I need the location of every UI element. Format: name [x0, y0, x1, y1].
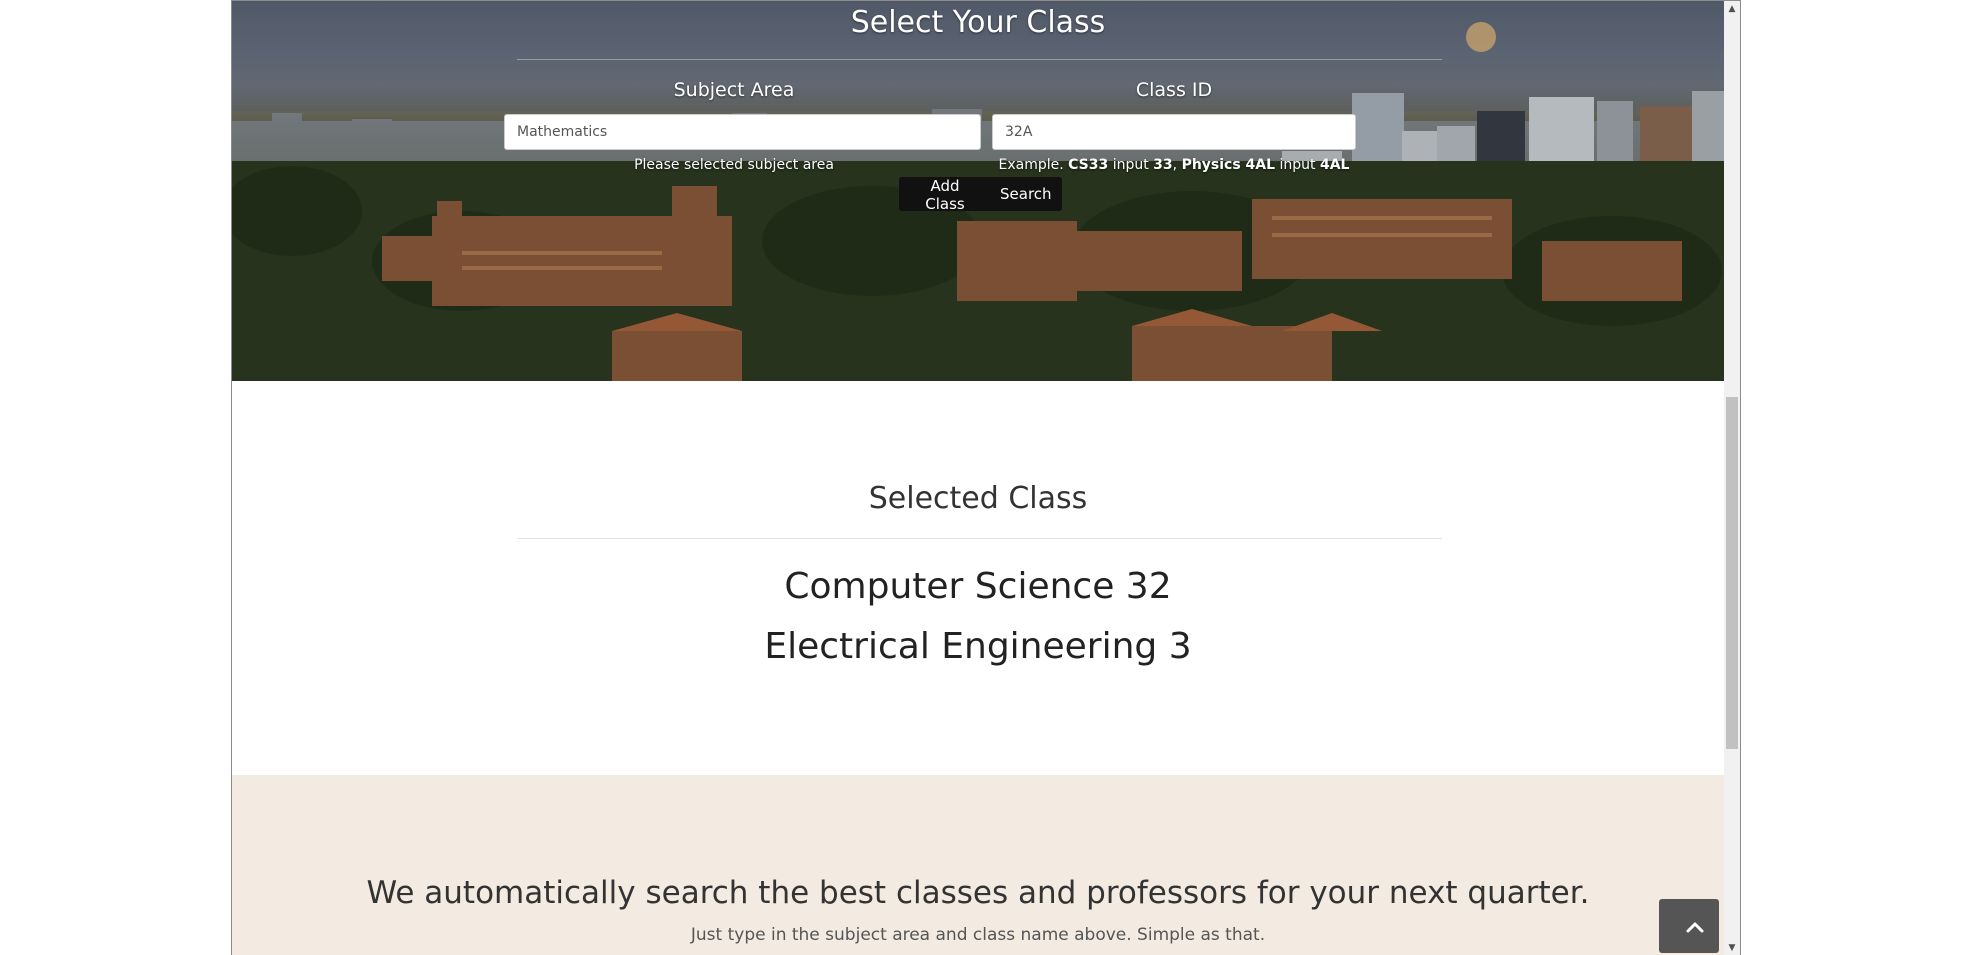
help-mid-2: input: [1275, 157, 1320, 173]
browser-viewport: Select Your Class Subject Area Please se…: [231, 0, 1741, 955]
class-id-help: Example. CS33 input 33, Physics 4AL inpu…: [992, 157, 1356, 173]
page-title: Select Your Class: [850, 5, 1106, 40]
subject-area-input[interactable]: [504, 114, 981, 150]
add-class-button[interactable]: Add Class: [899, 177, 991, 213]
back-to-top-button[interactable]: [1659, 899, 1719, 953]
help-example-1-input: 33: [1153, 157, 1173, 173]
help-separator: ,: [1172, 157, 1182, 173]
subject-area-help: Please selected subject area: [634, 157, 834, 173]
search-button[interactable]: Search: [988, 177, 1062, 211]
info-section: We automatically search the best classes…: [232, 775, 1724, 955]
list-item: Electrical Engineering 3: [764, 626, 1192, 667]
triangle-up-icon[interactable]: ▲: [1724, 1, 1740, 17]
hero-section: Select Your Class Subject Area Please se…: [232, 1, 1724, 381]
page-scrollbar[interactable]: ▲ ▼: [1724, 1, 1740, 955]
help-example-1: CS33: [1068, 157, 1109, 173]
help-example-2: Physics 4AL: [1181, 157, 1276, 173]
triangle-down-icon[interactable]: ▼: [1724, 940, 1740, 955]
selected-class-list: Computer Science 32 Electrical Engineeri…: [232, 557, 1724, 677]
info-subtext: Just type in the subject area and class …: [690, 925, 1266, 945]
scrollbar-thumb[interactable]: [1726, 397, 1738, 749]
title-divider: [517, 59, 1442, 60]
help-example-2-input: 4AL: [1319, 157, 1350, 173]
list-item: Computer Science 32: [784, 566, 1172, 607]
selected-divider: [517, 538, 1442, 539]
chevron-up-icon: [1686, 922, 1704, 933]
subject-area-label: Subject Area: [673, 79, 795, 101]
info-headline: We automatically search the best classes…: [366, 875, 1590, 911]
help-mid-1: input: [1108, 157, 1154, 173]
selected-class-heading: Selected Class: [868, 481, 1088, 516]
class-id-label: Class ID: [1135, 79, 1213, 101]
help-prefix: Example.: [998, 157, 1069, 173]
class-id-input[interactable]: [992, 114, 1356, 150]
